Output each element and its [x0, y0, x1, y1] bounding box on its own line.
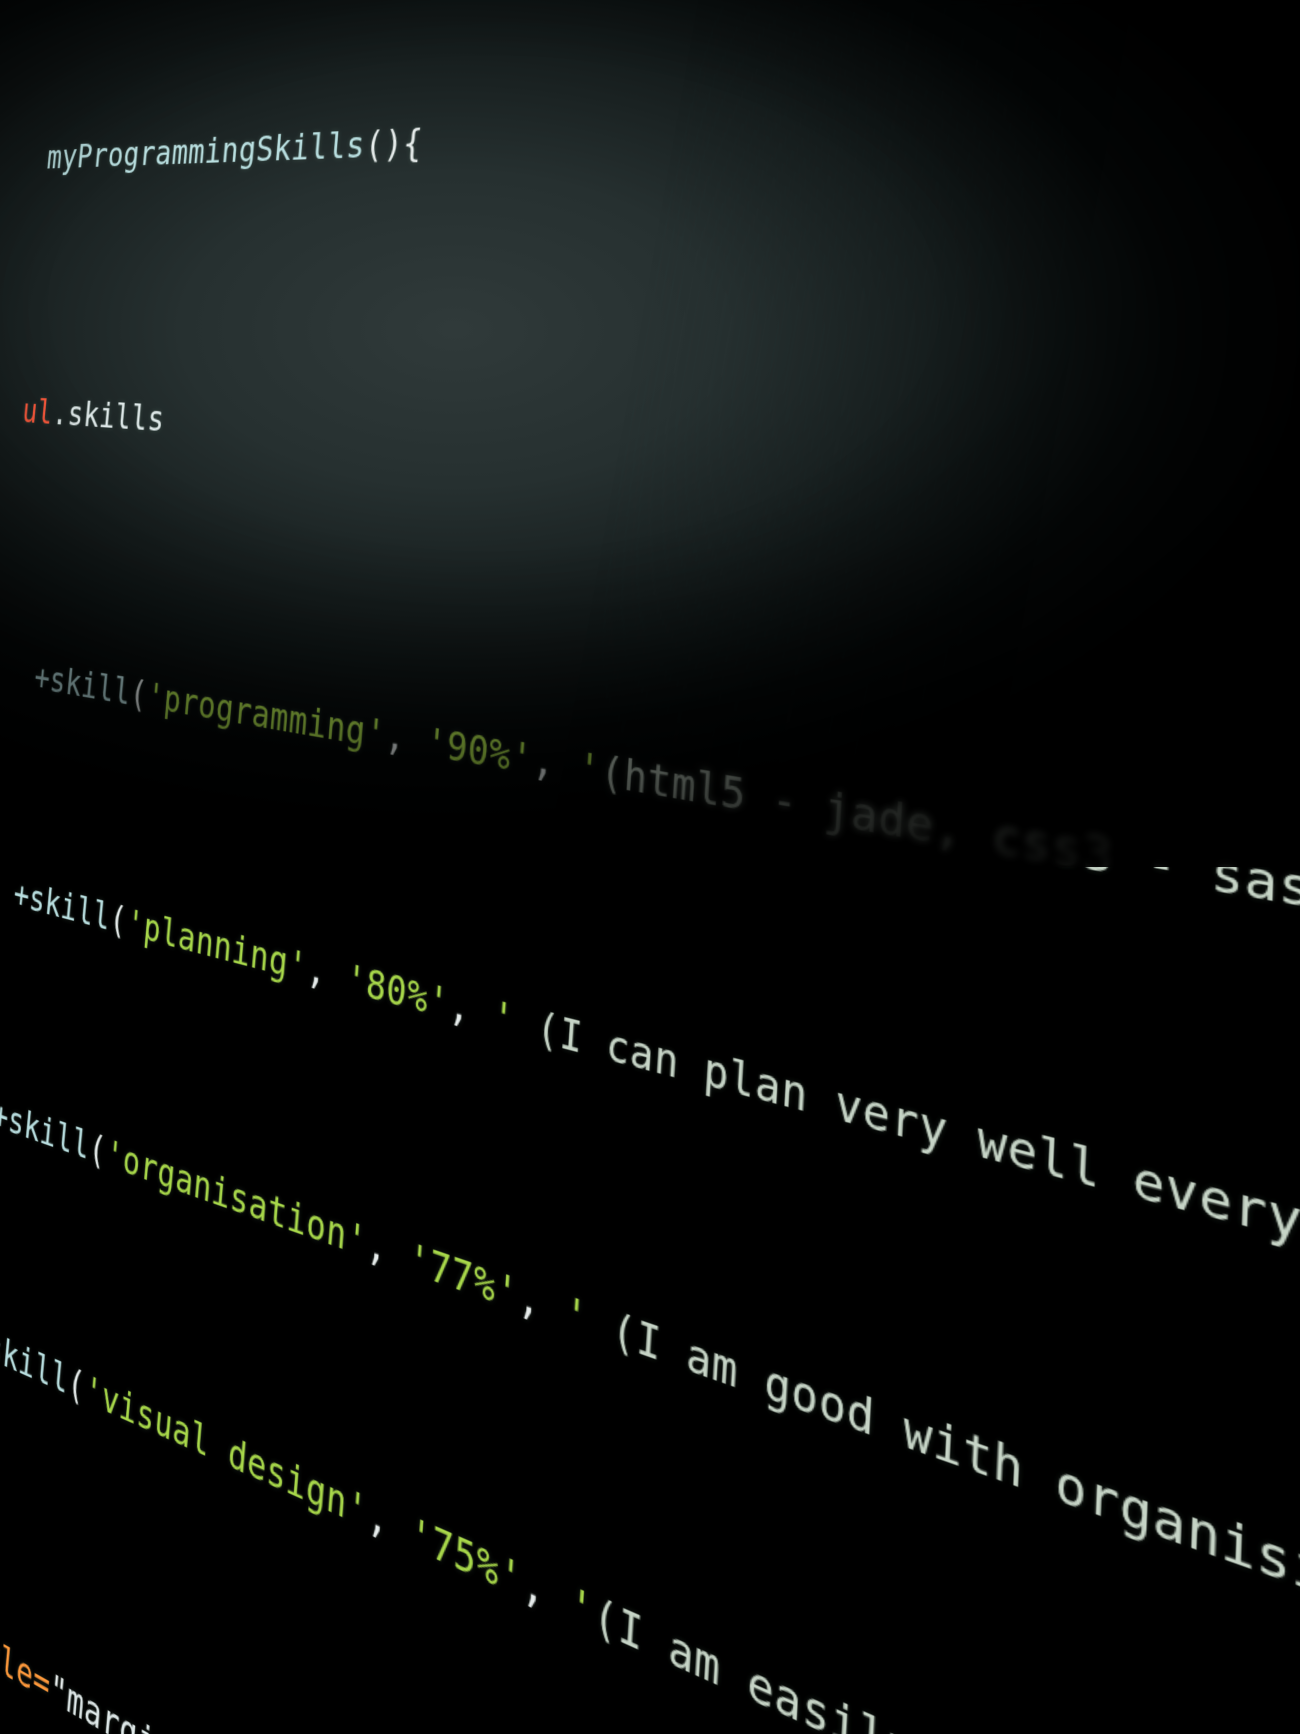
- photographed-screen: myProgrammingSkills(){ ul.skills +skill(…: [0, 0, 1300, 867]
- code-editor-content: myProgrammingSkills(){ ul.skills +skill(…: [0, 0, 1300, 1734]
- attr-style: style: [0, 1609, 35, 1701]
- code-line: +skill('planning', '80%', ' (I can plan …: [0, 850, 1300, 1713]
- code-line: ul.skills: [0, 385, 1300, 647]
- tag-ul: ul: [21, 391, 55, 432]
- fn-call: myProgrammingSkills: [45, 124, 366, 177]
- code-line: myProgrammingSkills(){: [16, 0, 1300, 185]
- class-skills: .skills: [51, 393, 166, 440]
